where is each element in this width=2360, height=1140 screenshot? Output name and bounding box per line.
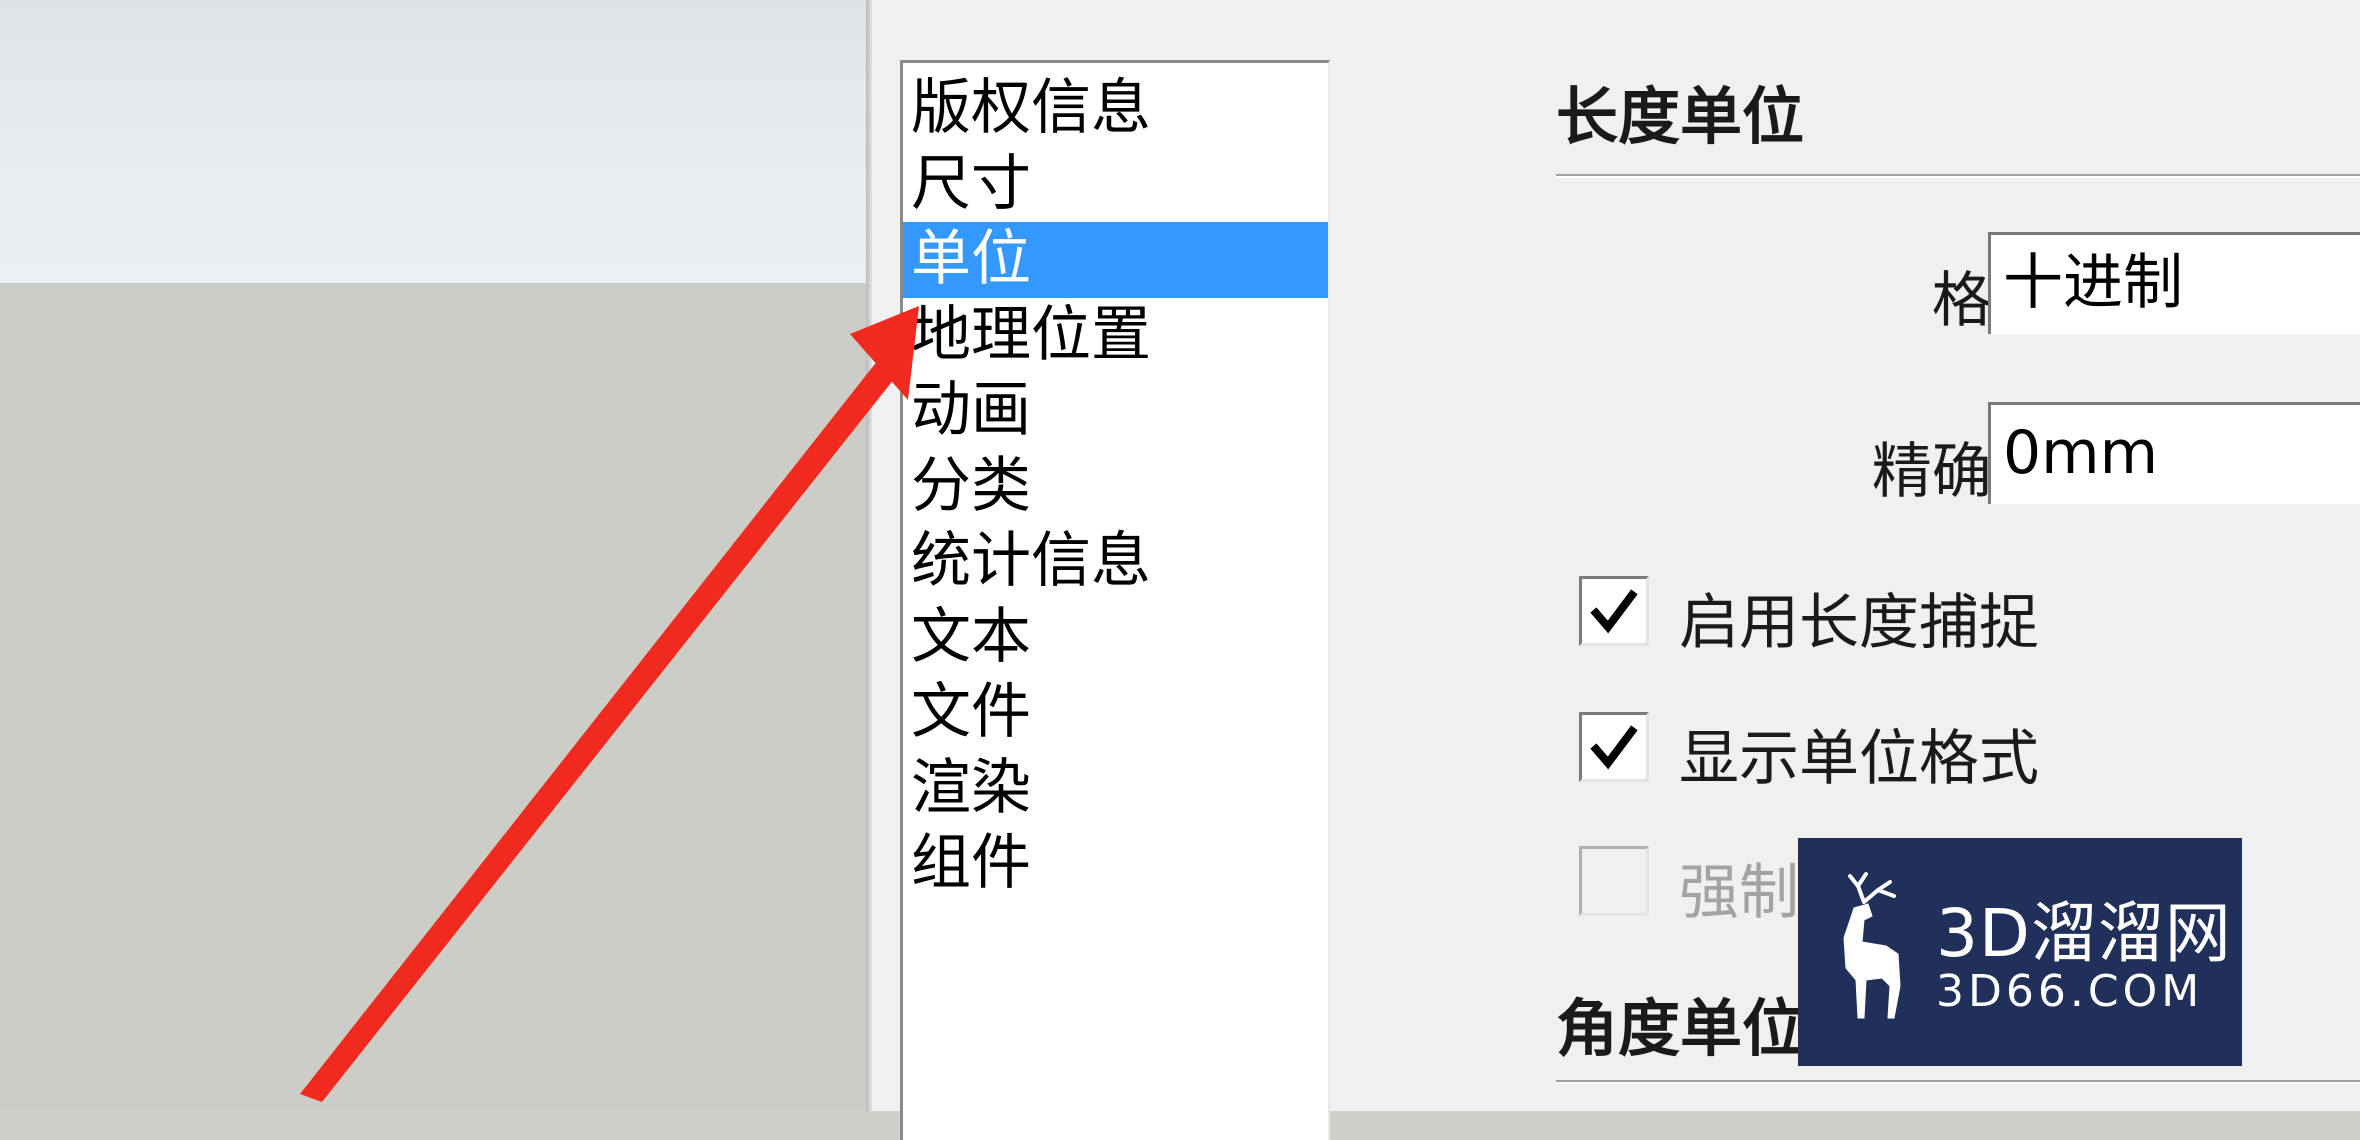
angle-units-title: 角度单位 (1556, 992, 1805, 1065)
viewport-ground (0, 283, 872, 1111)
force-display-checkbox (1579, 846, 1649, 916)
force-display-label: 强制 (1679, 858, 1799, 928)
checkmark-icon (1590, 589, 1638, 634)
model-viewport (0, 0, 872, 1111)
viewport-sky (0, 0, 872, 283)
length-units-title: 长度单位 (1556, 80, 1805, 153)
length-units-divider (1556, 174, 2360, 178)
show-unit-format-checkbox[interactable] (1579, 712, 1649, 782)
show-unit-format-label: 显示单位格式 (1679, 724, 2039, 794)
watermark-subtitle: 3D66.COM (1936, 966, 2204, 1017)
angle-units-divider (1556, 1080, 2360, 1084)
precision-dropdown[interactable]: 0mm (1988, 402, 2360, 504)
format-dropdown[interactable]: 十进制 (1988, 232, 2360, 334)
watermark-title: 3D溜溜网 (1936, 895, 2232, 972)
enable-length-snap-label: 启用长度捕捉 (1679, 588, 2039, 658)
checkmark-icon (1590, 725, 1638, 770)
enable-length-snap-checkbox[interactable] (1579, 576, 1649, 646)
watermark-badge: 3D溜溜网 3D66.COM (1798, 838, 2242, 1066)
deer-logo-icon (1843, 872, 1901, 1019)
